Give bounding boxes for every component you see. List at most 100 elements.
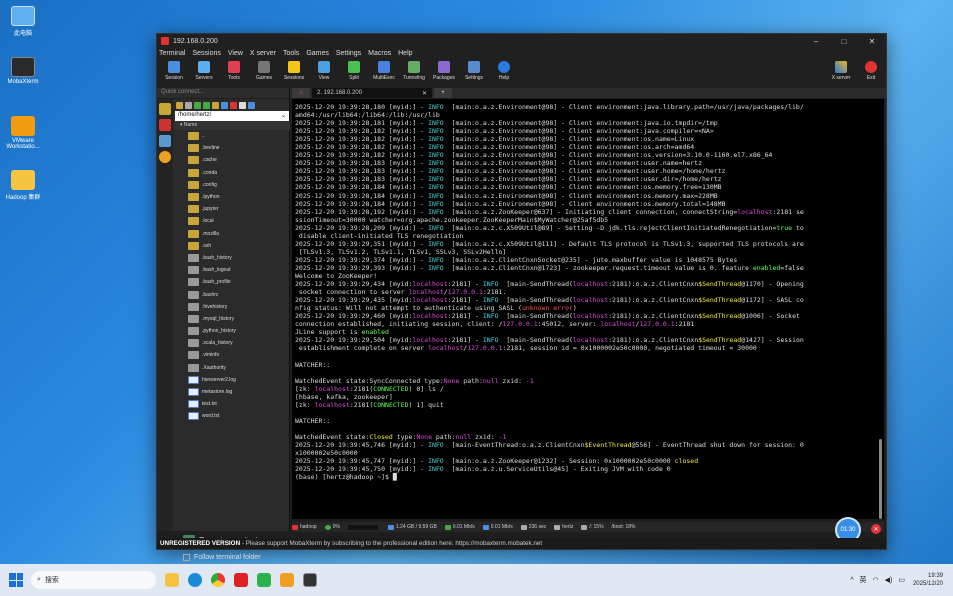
chevron-down-icon[interactable]: ⌄ (281, 112, 286, 120)
wps-icon[interactable] (234, 573, 248, 587)
file-row[interactable]: word.txt (174, 410, 290, 422)
tunneling-button[interactable]: Tunneling (399, 59, 429, 81)
refresh-icon[interactable] (185, 101, 192, 109)
xserver-button[interactable]: X server (826, 59, 856, 81)
up-folder-icon[interactable] (176, 101, 183, 109)
desktop-icon-mobaxterm[interactable]: MobaXterm (3, 57, 43, 85)
scrollbar[interactable] (879, 439, 882, 519)
desktop-icon-vmware[interactable]: VMware Workstatio... (3, 116, 43, 150)
clock[interactable]: 19:39 2025/12/20 (913, 572, 943, 588)
file-row[interactable]: .jupyter (174, 203, 290, 215)
file-row[interactable]: .bash_logout (174, 264, 290, 276)
file-row[interactable]: .bash_history (174, 252, 290, 264)
file-icon (188, 339, 199, 348)
minimize-button[interactable]: – (802, 37, 830, 46)
column-header-name[interactable]: ▾ Name (174, 121, 290, 130)
menu-xserver[interactable]: X server (250, 50, 276, 57)
tray-expand-icon[interactable]: ^ (850, 577, 853, 584)
file-row[interactable]: .ipython (174, 191, 290, 203)
file-row[interactable]: .beeline (174, 142, 290, 154)
file-explorer-icon[interactable] (165, 573, 179, 587)
file-row[interactable]: .. (174, 130, 290, 142)
app-icon[interactable] (280, 573, 294, 587)
upload-icon[interactable] (203, 101, 210, 109)
maximize-button[interactable]: □ (830, 37, 858, 46)
tab-close-icon[interactable]: ✕ (422, 90, 427, 97)
star-icon[interactable] (159, 103, 171, 115)
chrome-icon[interactable] (211, 573, 225, 587)
servers-button[interactable]: Servers (189, 59, 219, 81)
file-row[interactable]: .ssh (174, 240, 290, 252)
volume-icon[interactable]: ◀) (885, 576, 893, 584)
file-row[interactable]: test.txt (174, 398, 290, 410)
unregistered-text[interactable]: - Please support MobaXterm by subscribin… (240, 540, 542, 547)
menu-tools[interactable]: Tools (283, 50, 299, 57)
title-bar[interactable]: 192.168.0.200 – □ ✕ (157, 34, 886, 48)
quick-connect-input[interactable]: Quick connect... (157, 88, 290, 98)
battery-icon[interactable]: ▭ (898, 576, 905, 584)
wechat-icon[interactable] (257, 573, 271, 587)
delete-icon[interactable] (230, 101, 237, 109)
macros-icon[interactable] (159, 151, 171, 163)
packages-button[interactable]: Packages (429, 59, 459, 81)
menu-terminal[interactable]: Terminal (159, 50, 185, 57)
file-row[interactable]: .bashrc (174, 288, 290, 300)
file-row[interactable]: .config (174, 179, 290, 191)
view-icon[interactable] (248, 101, 255, 109)
menu-sessions[interactable]: Sessions (192, 50, 220, 57)
follow-folder-checkbox[interactable]: Follow terminal folder (183, 554, 261, 561)
split-button[interactable]: Split (339, 59, 369, 81)
path-field[interactable]: /home/hertz/ ⌄ (175, 111, 289, 121)
close-button[interactable]: ✕ (858, 37, 886, 46)
terminal-text: localhost (737, 207, 773, 216)
tab-session[interactable]: 2. 192.168.0.200 ✕ (312, 88, 432, 98)
view-button[interactable]: View (309, 59, 339, 81)
properties-icon[interactable] (239, 101, 246, 109)
file-row[interactable]: .bash_profile (174, 276, 290, 288)
exit-button[interactable]: Exit (856, 59, 886, 81)
tools-button[interactable]: Tools (219, 59, 249, 81)
desktop-icon-folder[interactable]: Hadoop 集群 (3, 170, 43, 201)
file-row[interactable]: .conda (174, 167, 290, 179)
file-row[interactable]: metastore.log (174, 386, 290, 398)
multiexec-button[interactable]: MultiExec (369, 59, 399, 81)
file-row[interactable]: hiveserver2.log (174, 374, 290, 386)
menu-view[interactable]: View (228, 50, 243, 57)
new-folder-icon[interactable] (212, 101, 219, 109)
close-icon[interactable]: ✕ (871, 524, 881, 534)
games-button[interactable]: Games (249, 59, 279, 81)
file-row[interactable]: .scala_history (174, 337, 290, 349)
new-tab-button[interactable]: + (434, 88, 452, 98)
terminal-line: 2025-12-20 19:39:29,351 [myid:] - INFO [… (295, 240, 881, 248)
file-row[interactable]: .mozilla (174, 228, 290, 240)
help-button[interactable]: Help (489, 59, 519, 81)
file-row[interactable]: .python_history (174, 325, 290, 337)
taskbar-search[interactable]: ⌕ 搜索 (31, 571, 156, 589)
file-row[interactable]: .mysql_history (174, 313, 290, 325)
menu-macros[interactable]: Macros (368, 50, 391, 57)
desktop-icon-computer[interactable]: 此电脑 (3, 6, 43, 37)
session-button[interactable]: Session (159, 59, 189, 81)
wifi-icon[interactable]: ◠ (873, 576, 879, 584)
download-icon[interactable] (194, 101, 201, 109)
terminal[interactable]: 2025-12-20 19:39:28,180 [myid:] - INFO [… (292, 99, 884, 519)
settings-button[interactable]: Settings (459, 59, 489, 81)
tools-icon[interactable] (159, 119, 171, 131)
menu-help[interactable]: Help (398, 50, 412, 57)
file-row[interactable]: .viminfo (174, 349, 290, 361)
menu-games[interactable]: Games (306, 50, 329, 57)
sftp-icon[interactable] (159, 135, 171, 147)
file-row[interactable]: .hivehistory (174, 301, 290, 313)
sessions-button[interactable]: Sessions (279, 59, 309, 81)
tab-home[interactable]: ⌂ (292, 88, 310, 98)
file-row[interactable]: .local (174, 215, 290, 227)
mobaxterm-icon[interactable] (303, 573, 317, 587)
menu-settings[interactable]: Settings (336, 50, 361, 57)
file-row[interactable]: .Xauthority (174, 362, 290, 374)
new-file-icon[interactable] (221, 101, 228, 109)
windows-start-icon[interactable] (9, 573, 23, 587)
edge-icon[interactable] (188, 573, 202, 587)
checkbox[interactable] (183, 554, 190, 561)
file-row[interactable]: .cache (174, 154, 290, 166)
input-language[interactable]: 英 (860, 575, 867, 585)
